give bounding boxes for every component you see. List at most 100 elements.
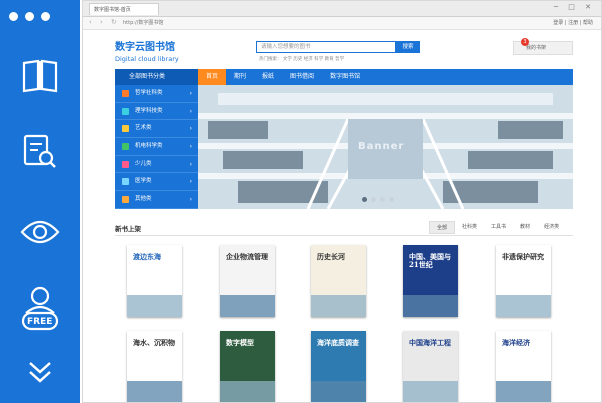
book-title: 非遗保护研究 [502, 252, 544, 261]
book-cover[interactable]: 海洋底质调查 [311, 331, 366, 402]
book-cover-image [496, 381, 551, 402]
banner-text: Banner [358, 141, 405, 152]
book-cover-image [127, 381, 182, 402]
book-title: 海洋经济 [502, 338, 530, 347]
book-cover[interactable]: 中国、美国与21世纪 [403, 245, 458, 317]
book-open-icon[interactable] [20, 56, 60, 96]
chevron-right-icon: › [189, 160, 192, 168]
logo-en: Digital cloud library [115, 55, 179, 63]
chevron-right-icon: › [189, 90, 192, 97]
book-cover-image [127, 295, 182, 317]
nav-items: 首页 期刊 报纸 图书借阅 数字图书馆 [198, 69, 368, 85]
chevron-right-icon: › [189, 196, 192, 204]
all-categories-button[interactable]: 全部图书分类 [115, 69, 198, 85]
category-icon [122, 143, 129, 151]
site-logo[interactable]: 数字云图书馆 Digital cloud library [115, 38, 179, 63]
search-input[interactable]: 请输入您想要的图书 [256, 41, 396, 53]
chevron-right-icon: › [189, 107, 192, 115]
book-cover-image [311, 295, 366, 317]
sidebar: FREE [0, 0, 80, 403]
category-item[interactable]: 医学类 › [115, 173, 198, 192]
category-label: 机电科学类 [135, 143, 163, 150]
address-bar: ‹ › ↻ http://数字图书馆 登录 | 注册 | 帮助 [83, 17, 601, 30]
book-cover[interactable]: 企业物流管理 [220, 245, 275, 317]
top-links[interactable]: 登录 | 注册 | 帮助 [553, 19, 593, 26]
book-cover-image [496, 295, 551, 317]
nav-arrows-icon[interactable]: ‹ › ↻ [89, 18, 120, 26]
book-title: 渡边东海 [133, 252, 161, 261]
search-document-icon[interactable] [20, 132, 60, 172]
category-icon [122, 107, 129, 115]
chevron-right-icon: › [189, 143, 192, 151]
category-label: 哲学社科类 [135, 90, 163, 96]
free-label: FREE [27, 317, 53, 327]
chevron-double-down-icon[interactable] [20, 352, 60, 392]
main-nav: 全部图书分类 首页 期刊 报纸 图书借阅 数字图书馆 [115, 69, 573, 85]
book-cover-image [311, 381, 366, 402]
category-label: 理学科技类 [135, 107, 163, 114]
book-cover[interactable]: 海洋经济 [496, 331, 551, 402]
book-cover[interactable]: 历史长河 [311, 245, 366, 317]
book-cover-image [403, 295, 458, 317]
category-label: 少儿类 [135, 160, 152, 167]
nav-item-2[interactable]: 报纸 [254, 69, 282, 85]
banner-pager[interactable] [362, 197, 394, 202]
banner[interactable]: Banner [198, 85, 573, 209]
category-item[interactable]: 艺术类 › [115, 120, 198, 139]
divider [115, 235, 573, 236]
category-label: 医学类 [135, 178, 152, 185]
category-label: 其他类 [135, 196, 152, 203]
category-item[interactable]: 机电科学类 › [115, 138, 198, 156]
filter-tab-1[interactable]: 社科类 [455, 221, 484, 234]
category-item[interactable]: 理学科技类 › [115, 103, 198, 121]
browser-tabbar: 数字图书馆-首页 ─ □ ✕ [83, 1, 601, 17]
book-cover[interactable]: 渡边东海 [127, 245, 182, 317]
category-item[interactable]: 少儿类 › [115, 156, 198, 174]
book-cover-image [403, 381, 458, 402]
book-cover[interactable]: 非遗保护研究 [496, 245, 551, 317]
book-title: 中国、美国与21世纪 [409, 252, 451, 269]
filter-tab-3[interactable]: 教材 [513, 221, 537, 234]
filter-tab-4[interactable]: 经济类 [537, 221, 566, 234]
new-books-title: 新书上架 [115, 225, 141, 233]
category-list: 哲学社科类 › 理学科技类 › 艺术类 › 机电科学类 › 少儿类 › 医学类 › 其他类 › [115, 85, 198, 209]
logo-cn: 数字云图书馆 [115, 42, 175, 53]
nav-item-4[interactable]: 数字图书馆 [322, 69, 368, 85]
book-filters: 全部 社科类 工具书 教材 经济类 [429, 221, 566, 234]
category-icon [122, 178, 129, 186]
category-label: 艺术类 [135, 125, 152, 132]
book-title: 历史长河 [317, 252, 345, 261]
window-controls[interactable]: ─ □ ✕ [554, 3, 595, 11]
browser-window: 数字图书馆-首页 ─ □ ✕ ‹ › ↻ http://数字图书馆 登录 | 注… [82, 0, 602, 403]
book-title: 海水、沉积物 [133, 338, 175, 347]
chevron-right-icon: › [189, 178, 192, 186]
chevron-right-icon: › [189, 125, 192, 133]
category-icon [122, 125, 129, 133]
category-icon [122, 90, 129, 97]
filter-tab-2[interactable]: 工具书 [484, 221, 513, 234]
browser-tab[interactable]: 数字图书馆-首页 [89, 3, 159, 15]
book-title: 数字模型 [226, 338, 254, 347]
address-url[interactable]: http://数字图书馆 [123, 19, 163, 26]
window-dots [9, 12, 50, 21]
book-cover[interactable]: 海水、沉积物 [127, 331, 182, 402]
user-free-icon[interactable]: FREE [20, 284, 60, 334]
site-header: 数字云图书馆 Digital cloud library 请输入您想要的图书 搜… [83, 30, 601, 70]
book-cover-image [220, 295, 275, 317]
nav-item-0[interactable]: 首页 [198, 69, 227, 85]
nav-item-3[interactable]: 图书借阅 [282, 69, 322, 85]
hot-search-words[interactable]: 热门搜索： 文学 历史 经济 科学 教育 哲学 [259, 56, 344, 62]
book-title: 企业物流管理 [226, 252, 268, 261]
search-button[interactable]: 搜索 [396, 41, 420, 53]
category-icon [122, 160, 129, 168]
category-item[interactable]: 哲学社科类 › [115, 85, 198, 103]
book-cover[interactable]: 中国海洋工程 [403, 331, 458, 402]
category-icon [122, 196, 129, 204]
filter-tab-0[interactable]: 全部 [429, 221, 456, 234]
nav-item-1[interactable]: 期刊 [226, 69, 254, 85]
book-title: 海洋底质调查 [317, 338, 359, 347]
category-item[interactable]: 其他类 › [115, 191, 198, 209]
eye-icon[interactable] [20, 212, 60, 252]
book-cover[interactable]: 数字模型 [220, 331, 275, 402]
book-cover-image [220, 381, 275, 402]
